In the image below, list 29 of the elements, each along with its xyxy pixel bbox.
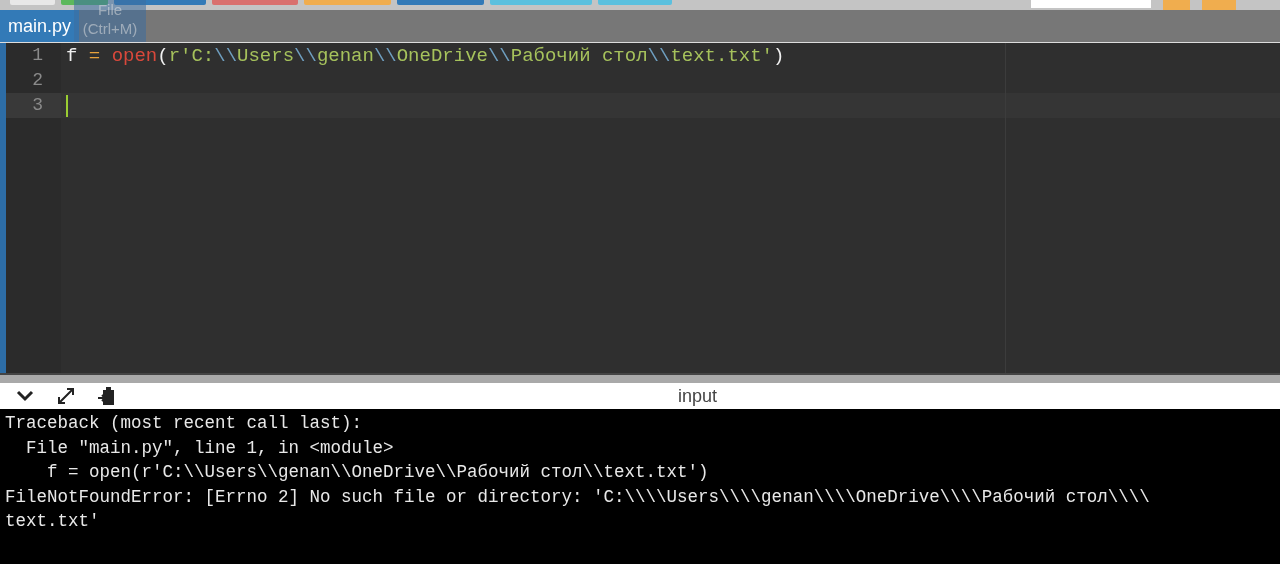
console-line: FileNotFoundError: [Errno 2] No such file or directory: 'C:\\\\Users\\\\genan\\\\OneDrive\\\\Рабочий стол\\\\ (5, 485, 1151, 509)
clipboard-icon[interactable] (98, 386, 116, 406)
tooltip-label: File (97, 0, 123, 19)
text-cursor (66, 94, 68, 117)
toolbar-button[interactable] (304, 0, 391, 5)
expand-icon[interactable] (56, 386, 76, 406)
toolbar-button[interactable] (1163, 0, 1190, 10)
tooltip-shortcut: (Ctrl+M) (82, 19, 138, 38)
console-line: text.txt' (5, 510, 101, 533)
toolbar-button[interactable] (1202, 0, 1236, 10)
console-line: Traceback (most recent call last): (5, 412, 364, 435)
toolbar-button[interactable] (61, 0, 108, 5)
panel-title: input (678, 385, 718, 407)
splitter-bar[interactable] (0, 373, 1280, 383)
console-line: File "main.py", line 1, in <module> (25, 436, 395, 460)
line-number: 1 (31, 44, 44, 67)
file-tab[interactable]: main.py (0, 10, 80, 42)
toolbar-button[interactable] (397, 0, 484, 5)
toolbar-button[interactable] (598, 0, 672, 5)
text-field[interactable] (1031, 0, 1151, 8)
console-line: f = open(r'C:\\Users\\genan\\OneDrive\\Рабочий стол\\text.txt') (46, 461, 710, 484)
line-number: 3 (6, 93, 61, 118)
toolbar-button[interactable] (490, 0, 592, 5)
toolbar-button[interactable] (212, 0, 298, 5)
toolbar-button[interactable] (114, 0, 206, 5)
code-line: f = open(r'C:\\Users\\genan\\OneDrive\\Рабочий стол\\text.txt') (66, 44, 785, 67)
chevron-down-icon[interactable] (16, 390, 34, 402)
toolbar-button[interactable] (10, 0, 55, 5)
line-number: 2 (31, 69, 44, 92)
